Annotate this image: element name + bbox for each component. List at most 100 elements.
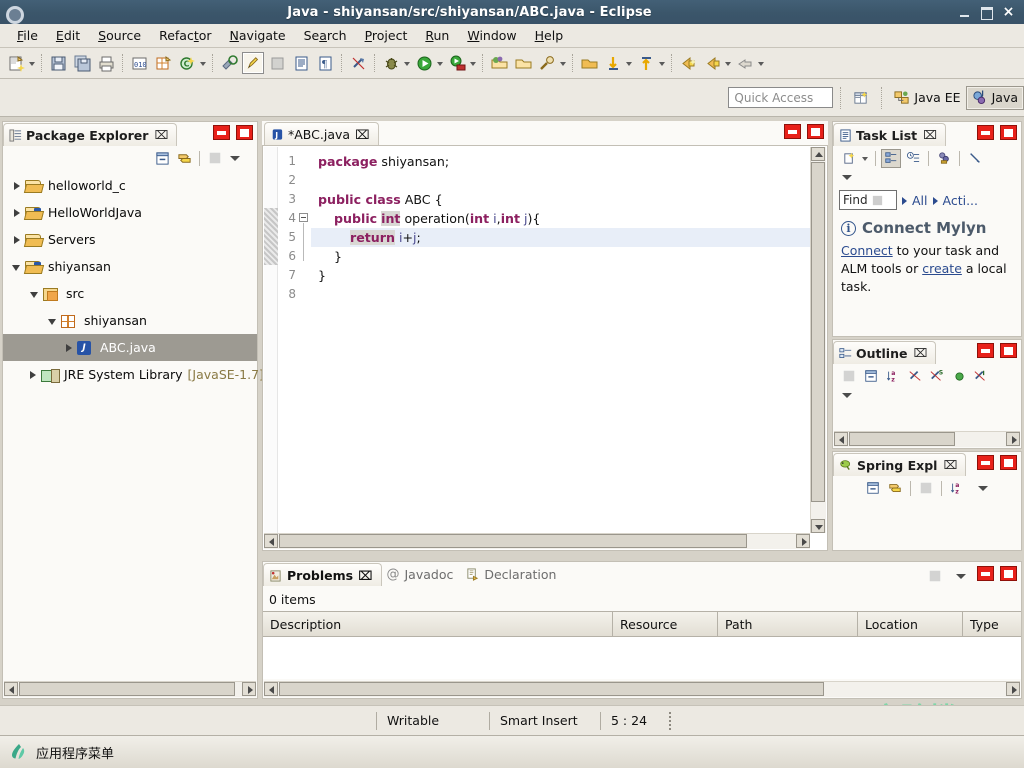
run-icon[interactable] xyxy=(413,52,435,74)
column-type[interactable]: Type xyxy=(963,612,1021,636)
minimize-spring-explorer-button[interactable] xyxy=(977,455,994,470)
editor-vscrollbar[interactable] xyxy=(810,147,826,533)
previous-annotation-dropdown-icon[interactable] xyxy=(658,53,667,73)
maximize-spring-explorer-button[interactable] xyxy=(1000,455,1017,470)
last-edit-dropdown-icon[interactable] xyxy=(757,53,766,73)
scroll-left-button[interactable] xyxy=(4,682,18,696)
perspective-java[interactable]: J Java xyxy=(965,85,1024,110)
open-resource-icon[interactable] xyxy=(512,52,534,74)
close-window-button[interactable]: × xyxy=(1002,5,1015,19)
collapse-all-icon[interactable] xyxy=(152,149,172,168)
new-java-package-icon[interactable] xyxy=(152,52,174,74)
new-java-class-dropdown-icon[interactable] xyxy=(199,53,208,73)
save-icon[interactable] xyxy=(47,52,69,74)
scroll-left-button[interactable] xyxy=(264,682,278,696)
previous-annotation-icon[interactable] xyxy=(635,52,657,74)
tree-item-helloworld-c[interactable]: helloworld_c xyxy=(3,172,257,199)
expand-arrow-icon[interactable] xyxy=(9,232,25,248)
sort-icon[interactable]: az xyxy=(883,367,903,386)
editor-body[interactable]: 1 2 3 4 5 6 7 8 package shiyansan; publi… xyxy=(262,145,828,551)
menu-file[interactable]: File xyxy=(8,26,47,45)
next-annotation-dropdown-icon[interactable] xyxy=(625,53,634,73)
maximize-problems-button[interactable] xyxy=(1000,566,1017,581)
close-icon[interactable]: ⌧ xyxy=(358,568,372,583)
column-path[interactable]: Path xyxy=(718,612,858,636)
scroll-left-button[interactable] xyxy=(834,432,848,446)
open-perspective-icon[interactable] xyxy=(578,52,600,74)
status-resize-grip[interactable] xyxy=(669,711,673,731)
link-with-editor-icon[interactable] xyxy=(174,149,194,168)
print-icon[interactable] xyxy=(95,52,117,74)
debug-icon[interactable] xyxy=(380,52,402,74)
maximize-package-explorer-button[interactable] xyxy=(236,125,253,140)
next-annotation-icon[interactable] xyxy=(602,52,624,74)
hscroll-thumb[interactable] xyxy=(19,682,235,696)
menu-navigate[interactable]: Navigate xyxy=(221,26,295,45)
open-task-icon[interactable] xyxy=(290,52,312,74)
search-icon[interactable] xyxy=(536,52,558,74)
scroll-down-button[interactable] xyxy=(811,519,825,533)
outline-tab[interactable]: Outline ⌧ xyxy=(833,341,937,364)
run-server-icon[interactable] xyxy=(446,52,468,74)
skip-all-breakpoints-icon[interactable] xyxy=(266,52,288,74)
view-menu-icon[interactable] xyxy=(227,151,243,165)
column-description[interactable]: Description xyxy=(263,612,613,636)
back-icon[interactable] xyxy=(677,52,699,74)
expand-arrow-icon[interactable] xyxy=(25,367,41,383)
open-type-icon[interactable] xyxy=(488,52,510,74)
show-whitespace-icon[interactable]: ¶ xyxy=(314,52,336,74)
new-wizard-dropdown-icon[interactable] xyxy=(28,53,37,73)
task-filter-all[interactable]: All xyxy=(912,193,928,208)
sort-icon[interactable]: az xyxy=(947,479,967,498)
scroll-right-button[interactable] xyxy=(1006,432,1020,446)
new-wizard-icon[interactable] xyxy=(5,52,27,74)
outline-hscrollbar[interactable] xyxy=(834,431,1020,447)
minimize-task-list-button[interactable] xyxy=(977,125,994,140)
external-tools-icon[interactable] xyxy=(218,52,240,74)
new-task-dropdown-icon[interactable] xyxy=(861,148,870,168)
forward-dropdown-icon[interactable] xyxy=(724,53,733,73)
task-list-tab[interactable]: Task List ⌧ xyxy=(833,123,946,146)
hide-fields-icon[interactable] xyxy=(905,367,925,386)
tab-problems[interactable]: Problems ⌧ xyxy=(263,563,382,586)
collapse-all-icon[interactable] xyxy=(861,367,881,386)
last-edit-location-icon[interactable] xyxy=(734,52,756,74)
menu-run[interactable]: Run xyxy=(416,26,458,45)
problems-hscrollbar[interactable] xyxy=(264,681,1020,697)
categorized-mode-icon[interactable] xyxy=(881,148,901,168)
focus-on-active-task-icon[interactable] xyxy=(839,367,859,386)
collapse-all-icon[interactable] xyxy=(965,149,985,168)
run-dropdown-icon[interactable] xyxy=(436,53,445,73)
forward-icon[interactable] xyxy=(701,52,723,74)
save-all-icon[interactable] xyxy=(71,52,93,74)
fold-collapse-icon[interactable] xyxy=(299,213,308,222)
collapse-arrow-icon[interactable] xyxy=(27,286,43,302)
close-icon[interactable]: ⌧ xyxy=(913,346,927,360)
editor-hscrollbar[interactable] xyxy=(264,533,810,549)
view-menu-icon[interactable] xyxy=(953,569,969,583)
vscroll-thumb[interactable] xyxy=(811,162,825,502)
spring-explorer-tab[interactable]: Spring Expl ⌧ xyxy=(833,453,967,476)
menu-project[interactable]: Project xyxy=(356,26,417,45)
editor-folding-bar[interactable] xyxy=(298,147,311,549)
minimize-editor-button[interactable] xyxy=(784,124,801,139)
tab-declaration[interactable]: Declaration xyxy=(461,563,564,586)
menu-search[interactable]: Search xyxy=(295,26,356,45)
maximize-editor-button[interactable] xyxy=(807,124,824,139)
quick-access-input[interactable]: Quick Access xyxy=(728,87,834,108)
close-icon[interactable]: ⌧ xyxy=(355,127,369,142)
menu-help[interactable]: Help xyxy=(526,26,573,45)
close-icon[interactable]: ⌧ xyxy=(943,458,957,472)
scroll-up-button[interactable] xyxy=(811,147,825,161)
perspective-java-ee[interactable]: Java EE xyxy=(889,86,965,110)
scroll-left-button[interactable] xyxy=(264,534,278,548)
minimize-package-explorer-button[interactable] xyxy=(213,125,230,140)
menu-edit[interactable]: Edit xyxy=(47,26,89,45)
toggle-mark-occurrences-icon[interactable] xyxy=(242,52,264,74)
scroll-right-button[interactable] xyxy=(242,682,256,696)
tree-item-src[interactable]: src xyxy=(3,280,257,307)
column-resource[interactable]: Resource xyxy=(613,612,718,636)
filter-icon[interactable] xyxy=(925,566,945,585)
tab-javadoc[interactable]: @ Javadoc xyxy=(382,563,462,586)
application-menu-button[interactable]: 应用程序菜单 xyxy=(0,743,114,762)
